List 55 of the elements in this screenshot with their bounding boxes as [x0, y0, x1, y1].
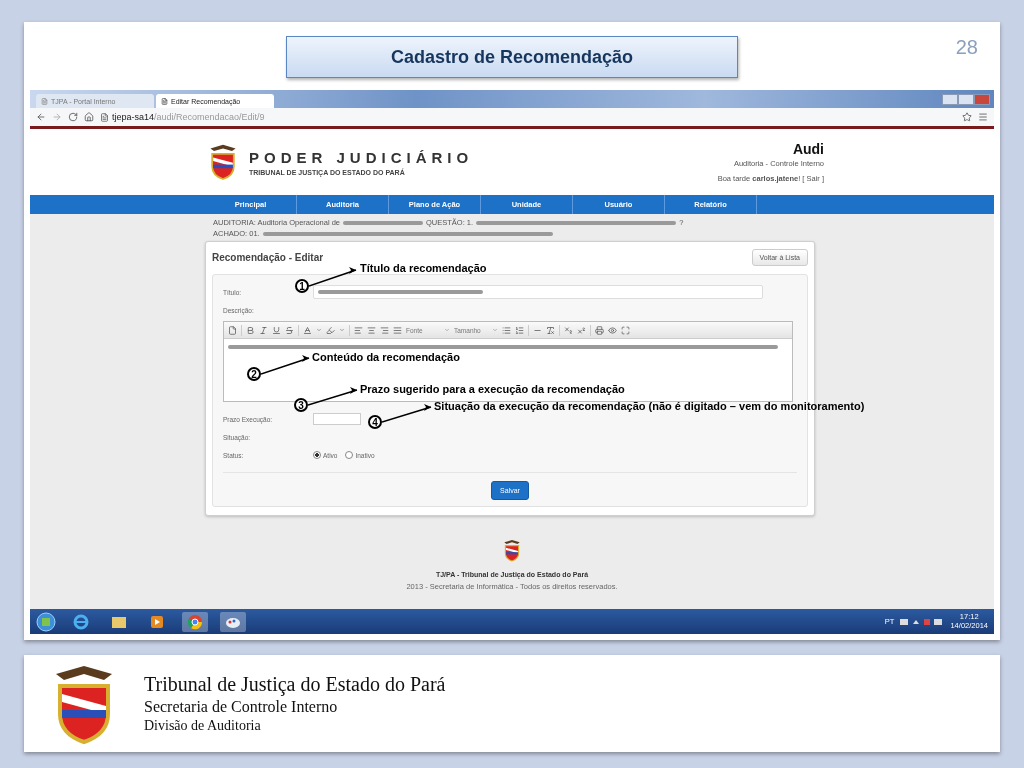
caret-icon [316, 327, 322, 333]
numbered-list-icon [515, 325, 524, 335]
maximize-icon [621, 325, 630, 335]
slide-number: 28 [955, 36, 978, 59]
menu-icon[interactable] [978, 112, 988, 122]
site-title: PODER JUDICIÁRIO [249, 148, 474, 166]
tray-icons[interactable] [900, 617, 945, 626]
star-icon[interactable] [962, 112, 972, 122]
start-orb-icon[interactable] [36, 611, 56, 632]
footer-line: Divisão de Auditoria [144, 718, 262, 734]
back-icon[interactable] [36, 112, 46, 122]
maximize-button[interactable] [958, 94, 974, 105]
annotation-text: Título da recomendação [360, 262, 487, 274]
form-heading: Recomendação - Editar [212, 251, 324, 263]
reload-icon[interactable] [68, 112, 78, 122]
caret-icon [444, 327, 450, 333]
align-left-icon [354, 325, 363, 335]
annotation-text: Situação da execução da recomendação (não é digitado – vem do monitoramento) [434, 400, 865, 412]
date-field[interactable] [313, 413, 361, 425]
clear-format-icon [546, 325, 555, 335]
justify-icon [393, 325, 402, 335]
page-icon [161, 97, 168, 105]
align-center-icon [367, 325, 376, 335]
arrow [309, 266, 358, 290]
preview-icon [608, 325, 617, 335]
title-field[interactable] [313, 285, 763, 299]
arrow [382, 403, 433, 426]
new-page-icon [228, 325, 237, 335]
footer-line: Tribunal de Justiça do Estado do Pará [144, 673, 446, 696]
annotation-text: Conteúdo da recomendação [312, 351, 460, 363]
annotation-text: Prazo sugerido para a execução da recomendação [360, 383, 625, 395]
align-right-icon [380, 325, 389, 335]
caret-icon [339, 327, 345, 333]
strikethrough-icon [285, 325, 294, 335]
print-icon [595, 325, 604, 335]
slide-title: Cadastro de Recomendação [286, 36, 738, 78]
app-name: Audi [792, 141, 824, 157]
caret-icon [492, 327, 498, 333]
bold-icon [246, 325, 255, 335]
subscript-icon [564, 325, 573, 335]
bulleted-list-icon [502, 325, 511, 335]
page-icon [41, 97, 48, 105]
underline-icon [272, 325, 281, 335]
home-icon[interactable] [84, 112, 94, 122]
footer-line: Secretaria de Controle Interno [144, 698, 339, 716]
highlight-icon [326, 325, 335, 335]
chrome-icon[interactable] [182, 611, 208, 632]
arrow [261, 354, 311, 378]
paint-icon[interactable] [220, 611, 246, 632]
superscript-icon [577, 325, 586, 335]
italic-icon [259, 325, 268, 335]
page-icon [100, 112, 109, 122]
minimize-button[interactable] [942, 94, 958, 105]
arrow [308, 386, 359, 409]
text-color-icon [303, 325, 312, 335]
